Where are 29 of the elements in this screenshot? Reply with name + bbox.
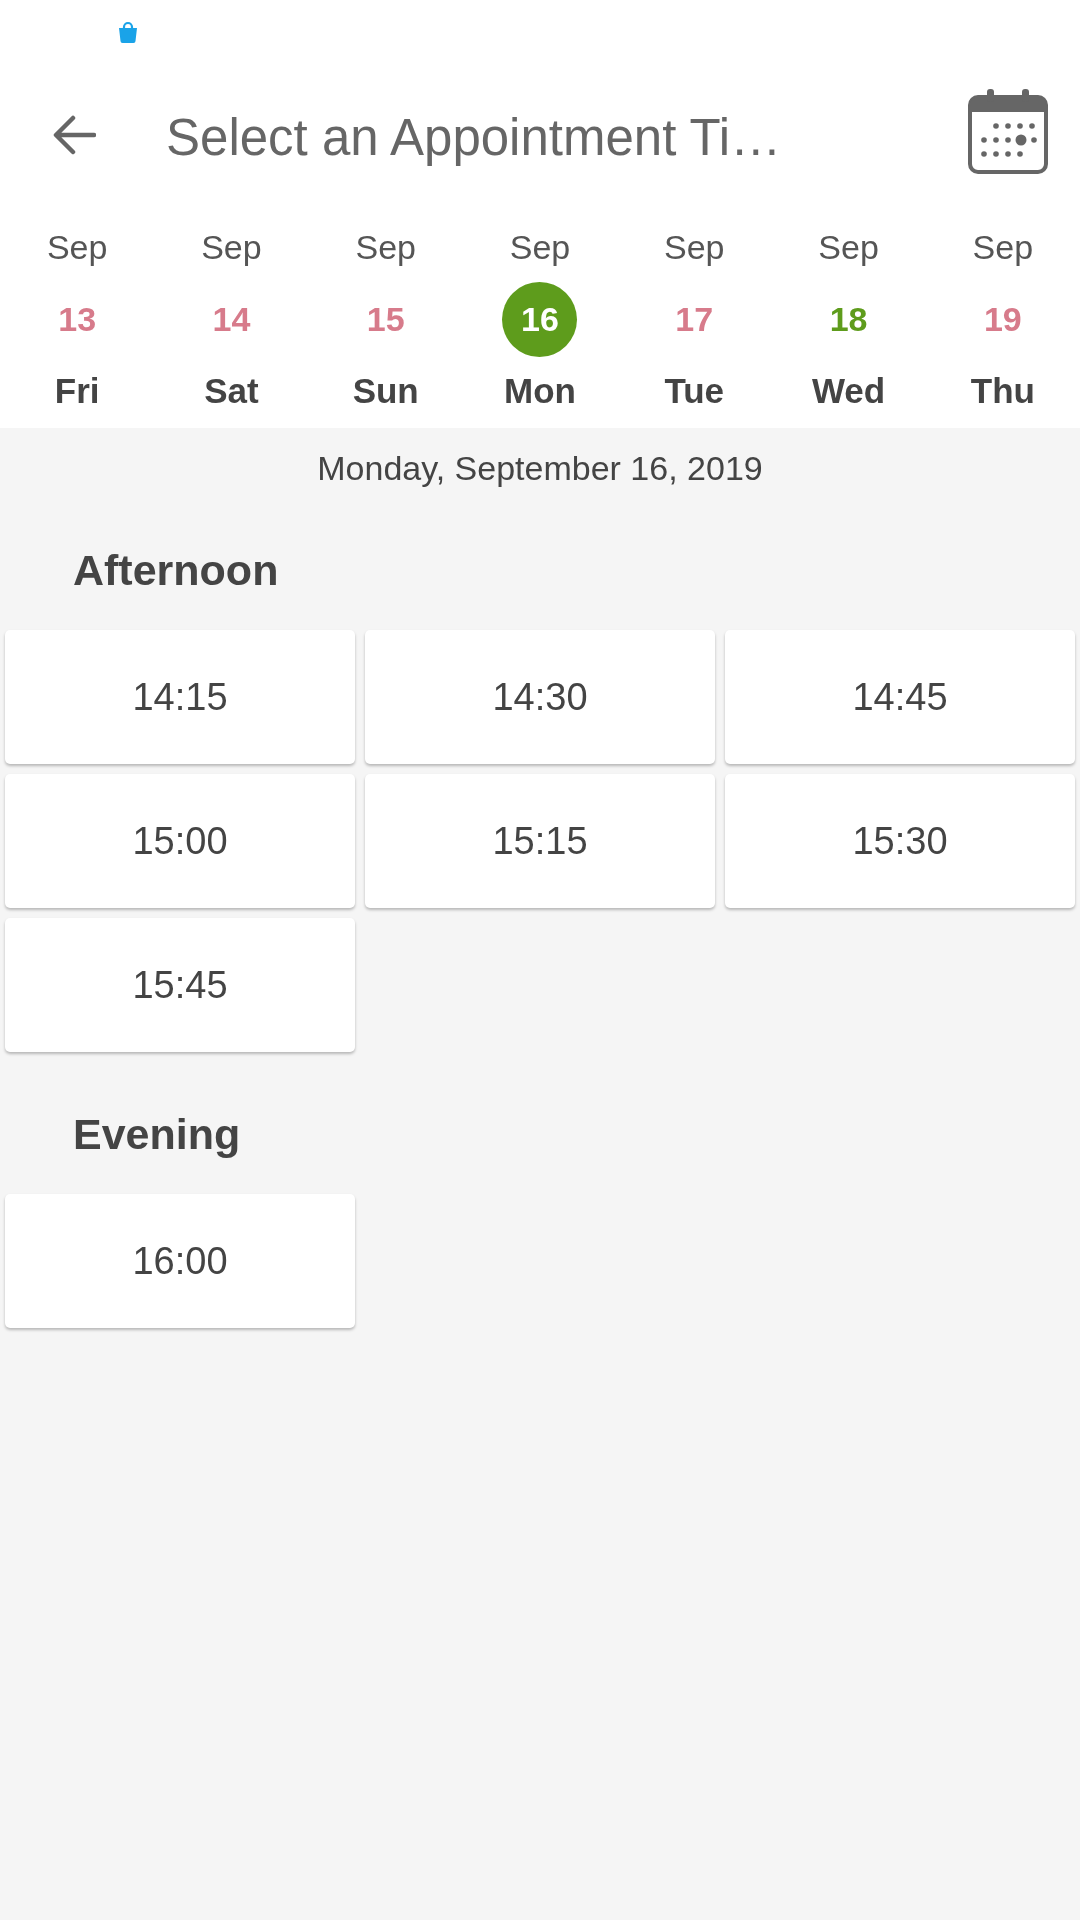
month-label: Sep: [509, 227, 571, 267]
month-label: Sep: [664, 227, 725, 267]
time-slot-button[interactable]: 15:30: [725, 774, 1075, 908]
shopping-bag-icon: [117, 21, 139, 43]
page-title: Select an Appointment Ti…: [166, 107, 782, 168]
time-slot-button[interactable]: 15:00: [5, 774, 355, 908]
selected-date-label: Monday, September 16, 2019: [317, 448, 763, 488]
month-label: Sep: [355, 227, 416, 267]
calendar-icon[interactable]: [968, 87, 1048, 174]
weekday-label: Tue: [664, 371, 725, 411]
month-label: Sep: [46, 227, 108, 267]
weekday-label: Thu: [970, 371, 1035, 411]
weekday-label: Fri: [54, 371, 100, 411]
time-slot-button[interactable]: 15:45: [5, 918, 355, 1052]
time-slot-button[interactable]: 14:45: [725, 630, 1075, 764]
month-label: Sep: [818, 227, 879, 267]
time-slot-button[interactable]: 16:00: [5, 1194, 355, 1328]
month-label: Sep: [201, 227, 262, 267]
section-heading: Evening: [73, 1109, 241, 1159]
back-arrow-icon[interactable]: [52, 114, 96, 155]
month-label: Sep: [972, 227, 1034, 267]
time-slot-button[interactable]: 15:15: [365, 774, 715, 908]
weekday-label: Wed: [811, 371, 886, 411]
weekday-label: Mon: [504, 371, 576, 411]
section-heading: Afternoon: [73, 545, 279, 595]
time-slot-button[interactable]: 14:15: [5, 630, 355, 764]
weekday-label: Sun: [352, 371, 419, 411]
time-slot-button[interactable]: 14:30: [365, 630, 715, 764]
weekday-label: Sat: [204, 371, 259, 411]
